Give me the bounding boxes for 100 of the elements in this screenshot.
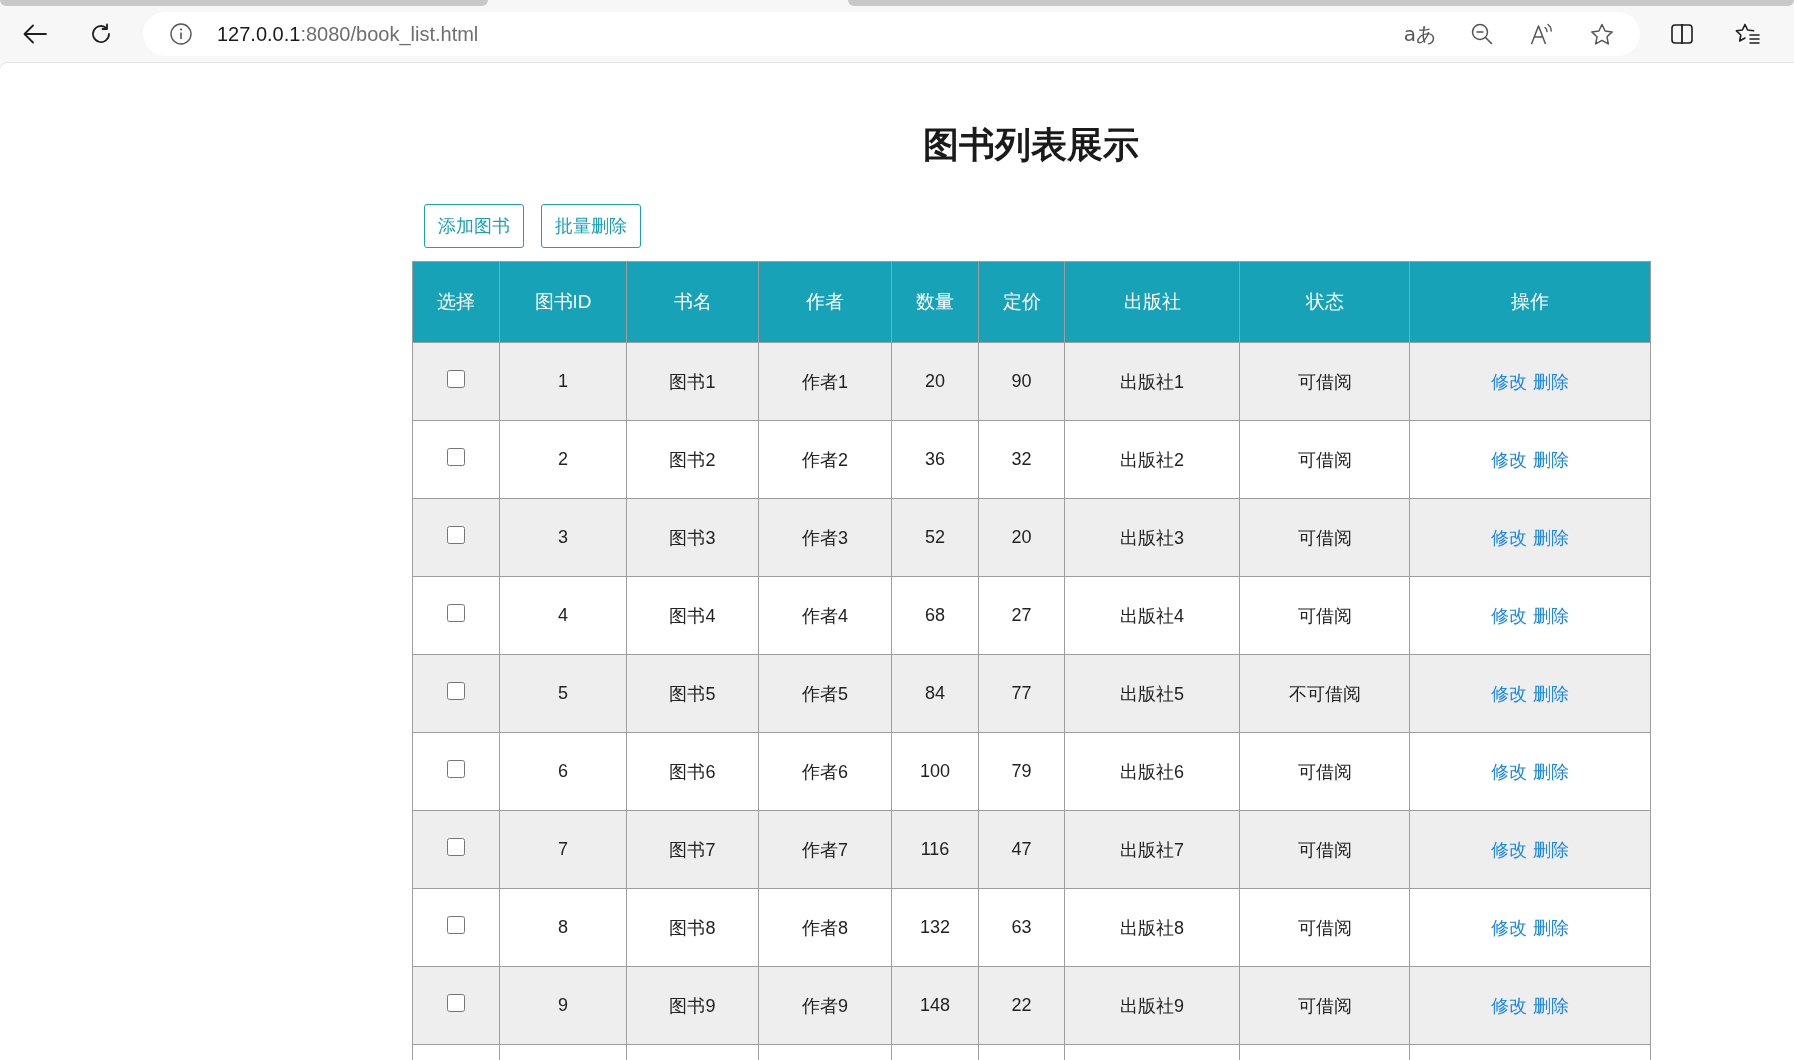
table-cell: 77 xyxy=(978,654,1065,733)
row-checkbox[interactable] xyxy=(447,681,465,700)
split-screen-icon xyxy=(1671,24,1693,44)
table-cell: 出版社8 xyxy=(1064,888,1240,967)
table-cell: 图书2 xyxy=(626,420,759,499)
delete-link[interactable]: 删除 xyxy=(1533,995,1569,1016)
table-cell: 出版社4 xyxy=(1064,576,1240,655)
table-cell: 图书8 xyxy=(626,888,759,967)
table-cell: 出版社7 xyxy=(1064,810,1240,889)
table-cell: 作者6 xyxy=(758,732,892,811)
table-cell: 8 xyxy=(499,888,627,967)
table-cell: 可借阅 xyxy=(1239,498,1410,577)
delete-link[interactable]: 删除 xyxy=(1533,371,1569,392)
table-cell: 图书1 xyxy=(626,342,759,421)
edit-link[interactable]: 修改 xyxy=(1491,995,1527,1016)
table-cell: 90 xyxy=(978,342,1065,421)
row-checkbox[interactable] xyxy=(447,447,465,466)
table-cell: 116 xyxy=(891,810,979,889)
zoom-out-icon xyxy=(1471,23,1493,45)
star-icon xyxy=(1590,22,1614,46)
table-cell: 7 xyxy=(499,810,627,889)
table-cell: 79 xyxy=(978,732,1065,811)
edit-link[interactable]: 修改 xyxy=(1491,449,1527,470)
edit-link[interactable]: 修改 xyxy=(1491,683,1527,704)
table-cell: 出版社5 xyxy=(1064,654,1240,733)
column-header: 图书ID xyxy=(499,261,627,343)
edit-link[interactable]: 修改 xyxy=(1491,917,1527,938)
table-cell: 36 xyxy=(891,420,979,499)
table-cell: 可借阅 xyxy=(1239,888,1410,967)
table-cell: 图书7 xyxy=(626,810,759,889)
table-cell: 作者4 xyxy=(758,576,892,655)
column-header: 书名 xyxy=(626,261,759,343)
column-header: 状态 xyxy=(1239,261,1410,343)
table-cell: 图书9 xyxy=(626,966,759,1045)
table-cell: 图书3 xyxy=(626,498,759,577)
table-cell: 148 xyxy=(891,966,979,1045)
delete-link[interactable]: 删除 xyxy=(1533,683,1569,704)
table-cell: 出版社6 xyxy=(1064,732,1240,811)
table-cell: 68 xyxy=(891,576,979,655)
table-cell: 20 xyxy=(891,342,979,421)
batch-delete-button[interactable]: 批量删除 xyxy=(541,204,641,248)
row-checkbox[interactable] xyxy=(447,369,465,388)
table-cell: 作者8 xyxy=(758,888,892,967)
table-cell: 可借阅 xyxy=(1239,420,1410,499)
row-checkbox[interactable] xyxy=(447,837,465,856)
column-header: 操作 xyxy=(1409,261,1651,343)
column-header: 数量 xyxy=(891,261,979,343)
table-cell: 1 xyxy=(499,342,627,421)
table-cell: 作者3 xyxy=(758,498,892,577)
table-cell: 可借阅 xyxy=(1239,966,1410,1045)
column-header: 出版社 xyxy=(1064,261,1240,343)
row-checkbox[interactable] xyxy=(447,915,465,934)
table-cell: 不可借阅 xyxy=(1239,654,1410,733)
table-cell: 作者2 xyxy=(758,420,892,499)
edit-link[interactable]: 修改 xyxy=(1491,605,1527,626)
table-cell: 6 xyxy=(499,732,627,811)
add-book-button[interactable]: 添加图书 xyxy=(424,204,524,248)
row-checkbox[interactable] xyxy=(447,603,465,622)
delete-link[interactable]: 删除 xyxy=(1533,839,1569,860)
table-cell: 出版社9 xyxy=(1064,966,1240,1045)
table-cell: 出版社3 xyxy=(1064,498,1240,577)
table-cell: 132 xyxy=(891,888,979,967)
table-cell: 27 xyxy=(978,576,1065,655)
table-cell: 63 xyxy=(978,888,1065,967)
translate-button[interactable]: aあ xyxy=(1398,14,1442,54)
table-cell: 作者9 xyxy=(758,966,892,1045)
delete-link[interactable]: 删除 xyxy=(1533,917,1569,938)
delete-link[interactable]: 删除 xyxy=(1533,449,1569,470)
table-cell: 图书6 xyxy=(626,732,759,811)
table-cell: 可借阅 xyxy=(1239,342,1410,421)
row-checkbox[interactable] xyxy=(447,759,465,778)
table-cell: 作者5 xyxy=(758,654,892,733)
table-cell: 32 xyxy=(978,420,1065,499)
row-checkbox[interactable] xyxy=(447,525,465,544)
table-cell: 图书5 xyxy=(626,654,759,733)
delete-link[interactable]: 删除 xyxy=(1533,761,1569,782)
edit-link[interactable]: 修改 xyxy=(1491,371,1527,392)
edit-link[interactable]: 修改 xyxy=(1491,839,1527,860)
table-cell: 作者7 xyxy=(758,810,892,889)
table-cell: 可借阅 xyxy=(1239,576,1410,655)
back-icon xyxy=(23,24,47,44)
edit-link[interactable]: 修改 xyxy=(1491,527,1527,548)
edit-link[interactable]: 修改 xyxy=(1491,761,1527,782)
table-cell: 100 xyxy=(891,732,979,811)
table-cell: 图书4 xyxy=(626,576,759,655)
delete-link[interactable]: 删除 xyxy=(1533,605,1569,626)
table-cell: 出版社1 xyxy=(1064,342,1240,421)
delete-link[interactable]: 删除 xyxy=(1533,527,1569,548)
address-bar[interactable]: 127.0.0.1:8080/book_list.html aあ xyxy=(143,12,1640,56)
table-cell: 出版社2 xyxy=(1064,420,1240,499)
table-cell: 作者1 xyxy=(758,342,892,421)
info-icon[interactable] xyxy=(170,23,192,45)
table-cell: 2 xyxy=(499,420,627,499)
row-checkbox[interactable] xyxy=(447,993,465,1012)
table-cell: 5 xyxy=(499,654,627,733)
table-cell: 20 xyxy=(978,498,1065,577)
table-cell: 可借阅 xyxy=(1239,810,1410,889)
column-header: 作者 xyxy=(758,261,892,343)
table-cell: 22 xyxy=(978,966,1065,1045)
table-cell: 可借阅 xyxy=(1239,732,1410,811)
